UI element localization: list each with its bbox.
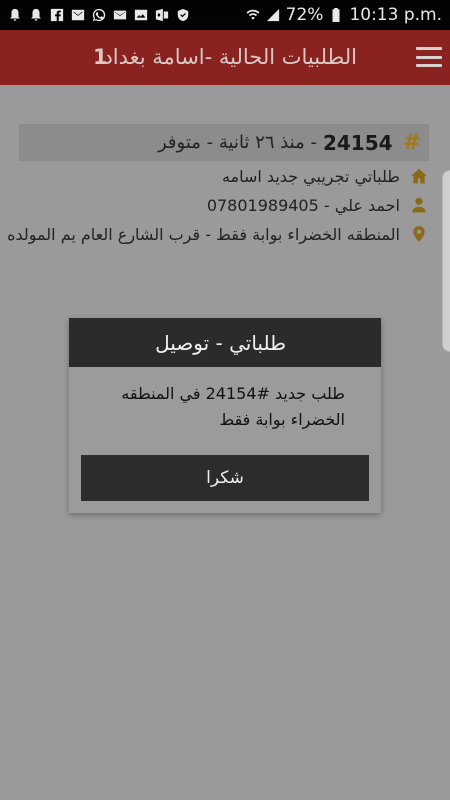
outlook-icon [155,8,169,22]
clock: 10:13 p.m. [349,5,442,25]
battery-icon [329,8,343,22]
notification-icon [8,8,22,22]
address: المنطقه الخضراء بوابة فقط - قرب الشارع ا… [7,224,400,244]
mail-icon [71,8,85,22]
whatsapp-icon [92,8,106,22]
email-icon [113,8,127,22]
order-header[interactable]: # 24154 - منذ ٢٦ ثانية - متوفر [19,124,429,161]
order-meta: - منذ ٢٦ ثانية - متوفر [158,132,317,153]
image-icon [134,8,148,22]
location-pin-icon [410,225,428,243]
user-icon [410,196,428,214]
notification-icons [8,8,190,22]
menu-icon[interactable] [416,47,442,67]
thanks-button[interactable]: شكرا [81,455,369,501]
store-row: طلباتي تجريبي جديد اسامه [222,163,428,189]
signal-icon [266,8,280,22]
notification-dialog: طلباتي - توصيل طلب جديد #24154 في المنطق… [69,318,381,513]
address-row: المنطقه الخضراء بوابة فقط - قرب الشارع ا… [7,221,428,247]
customer-info: احمد علي - 07801989405 [206,195,400,215]
app-bar: 1 الطلبيات الحالية -اسامة بغداد [0,30,450,85]
facebook-icon [50,8,64,22]
shield-icon [176,8,190,22]
customer-row: احمد علي - 07801989405 [207,192,428,218]
dialog-title: طلباتي - توصيل [69,318,381,367]
order-number: 24154 [322,130,393,155]
side-panel-edge[interactable] [442,170,450,352]
system-status: 72% 10:13 p.m. [246,5,442,25]
notification-icon [29,8,43,22]
battery-percent: 72% [285,5,324,25]
status-bar: 72% 10:13 p.m. [0,0,450,30]
store-name: طلباتي تجريبي جديد اسامه [221,166,400,186]
dialog-message: طلب جديد #24154 في المنطقه الخضراء بوابة… [121,384,345,429]
wifi-icon [246,8,260,22]
home-icon [410,167,428,185]
hash-icon: # [402,130,421,155]
app-bar-title: الطلبيات الحالية -اسامة بغداد [103,45,357,69]
